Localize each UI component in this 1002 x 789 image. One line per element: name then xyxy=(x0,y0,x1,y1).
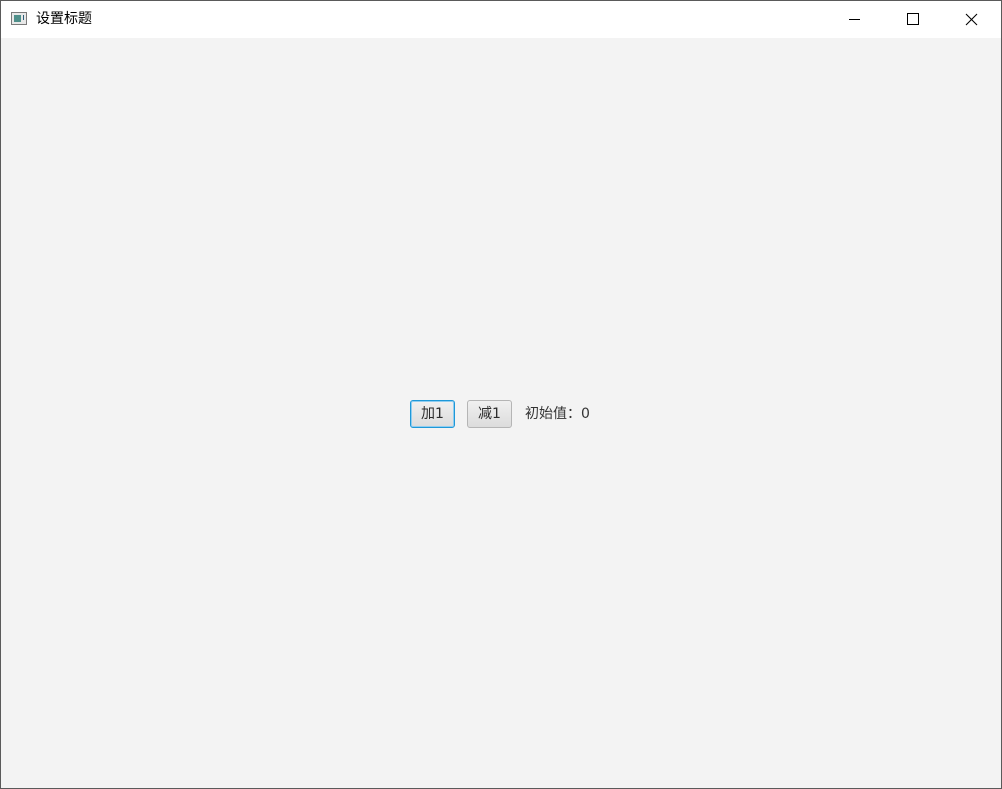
close-icon xyxy=(965,13,978,26)
maximize-button[interactable] xyxy=(883,1,941,38)
maximize-icon xyxy=(907,13,919,25)
app-window: 设置标题 加1 减1 初始值：0 xyxy=(0,0,1002,789)
minimize-icon xyxy=(849,19,860,20)
close-button[interactable] xyxy=(943,1,1001,38)
window-title: 设置标题 xyxy=(36,11,92,27)
title-bar[interactable]: 设置标题 xyxy=(1,1,1001,38)
app-window-icon xyxy=(11,12,27,25)
content-area: 加1 减1 初始值：0 xyxy=(1,38,1001,788)
subtract-one-button[interactable]: 减1 xyxy=(467,400,512,428)
value-label: 初始值：0 xyxy=(525,406,590,422)
add-one-button[interactable]: 加1 xyxy=(410,400,455,428)
minimize-button[interactable] xyxy=(825,1,883,38)
